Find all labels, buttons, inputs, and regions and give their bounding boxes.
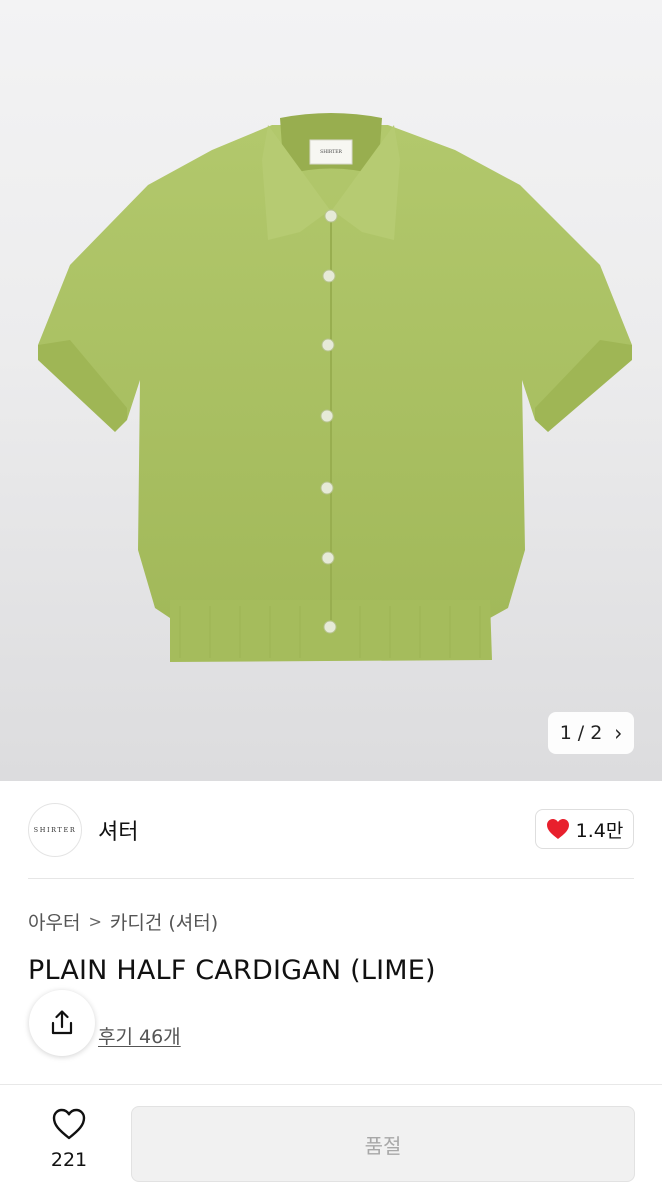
sold-out-button[interactable]: 품절	[131, 1106, 635, 1182]
wishlist-button[interactable]: 221	[30, 1107, 108, 1179]
wishlist-count: 221	[50, 1149, 88, 1171]
bottom-action-bar: 221 품절	[0, 1084, 662, 1200]
share-button[interactable]	[29, 990, 95, 1056]
heart-outline-icon	[52, 1108, 86, 1140]
pager-total: 2	[590, 722, 603, 744]
brand-like-button[interactable]: 1.4만	[535, 809, 634, 849]
pager-current: 1	[559, 722, 572, 744]
brand-name[interactable]: 셔터	[98, 814, 138, 846]
chevron-right-icon[interactable]: ›	[614, 720, 622, 746]
divider	[28, 878, 634, 879]
heart-filled-icon	[546, 819, 569, 839]
image-pager[interactable]: 1 / 2 ›	[548, 712, 634, 754]
pager-separator: /	[577, 722, 585, 744]
chevron-right-icon: >	[88, 912, 102, 931]
brand-like-count: 1.4만	[575, 819, 624, 842]
reviews-link[interactable]: 후기 46개	[98, 1022, 181, 1049]
brand-row: SHIRTER 셔터 1.4만	[0, 781, 662, 879]
product-image-gallery[interactable]: SHIRTER 1 / 2 ›	[0, 0, 662, 781]
breadcrumb: 아우터 > 카디건 (셔터)	[28, 908, 218, 935]
product-title: PLAIN HALF CARDIGAN (LIME)	[28, 955, 436, 986]
brand-logo-text: SHIRTER	[33, 826, 77, 834]
product-image: SHIRTER	[38, 113, 632, 662]
breadcrumb-cardigan[interactable]: 카디건 (셔터)	[110, 908, 218, 935]
neck-label-text: SHIRTER	[320, 149, 342, 155]
breadcrumb-outer[interactable]: 아우터	[28, 908, 80, 935]
share-icon	[51, 1010, 73, 1035]
brand-logo[interactable]: SHIRTER	[28, 803, 82, 857]
